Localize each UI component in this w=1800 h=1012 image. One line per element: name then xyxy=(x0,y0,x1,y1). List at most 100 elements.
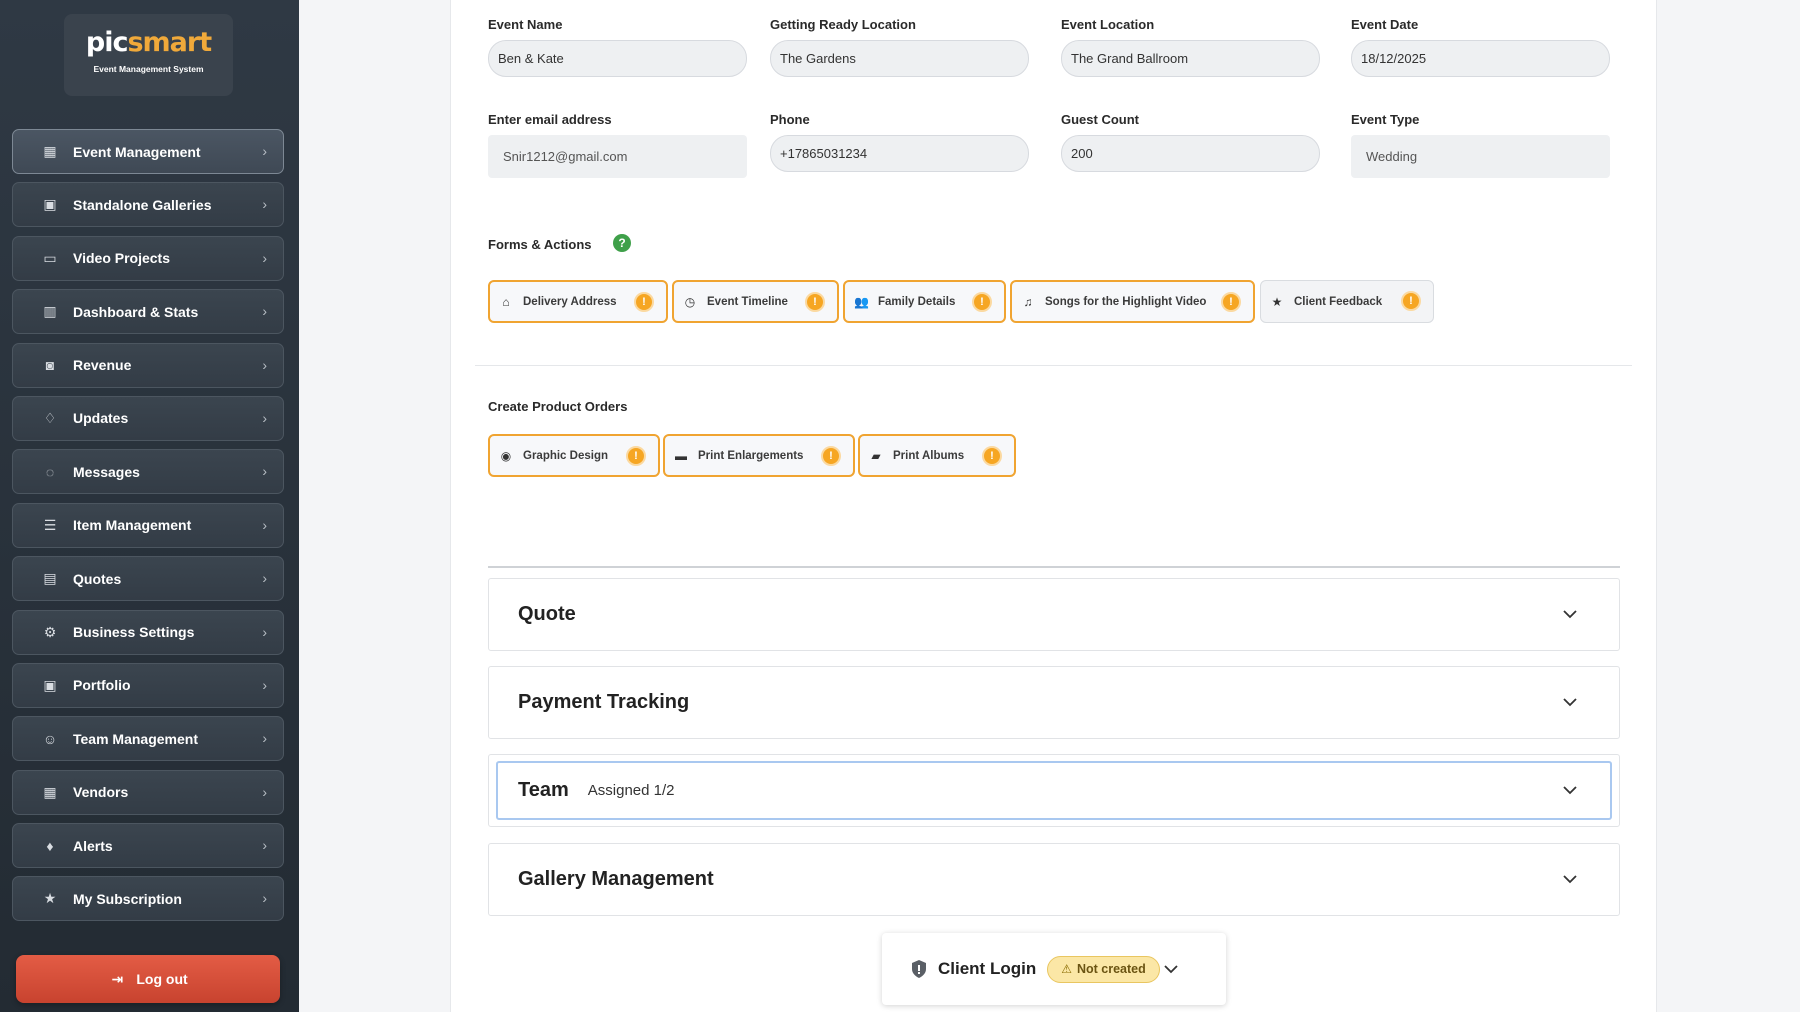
chevron-right-icon: › xyxy=(262,249,267,266)
guest-count-input[interactable]: 200 xyxy=(1061,135,1320,172)
chip-label: Event Timeline xyxy=(707,295,788,308)
sidebar-item-label: Messages xyxy=(73,463,140,480)
event-date-input[interactable]: 18/12/2025 xyxy=(1351,40,1610,77)
forms-actions-title: Forms & Actions xyxy=(488,237,592,252)
chip-label: Family Details xyxy=(878,295,956,308)
chevron-right-icon: › xyxy=(262,623,267,640)
payment-tracking-panel[interactable]: Payment Tracking xyxy=(488,666,1620,739)
product-orders-title: Create Product Orders xyxy=(488,399,628,414)
quote-panel[interactable]: Quote xyxy=(488,578,1620,651)
event-location-input[interactable]: The Grand Ballroom xyxy=(1061,40,1320,77)
portfolio-icon: ▣ xyxy=(43,676,57,693)
event-name-input[interactable]: Ben & Kate xyxy=(488,40,747,77)
songs-highlight-video-button[interactable]: ♫ Songs for the Highlight Video ! xyxy=(1010,280,1255,323)
chevron-right-icon: › xyxy=(262,463,267,480)
sidebar-item-label: Standalone Galleries xyxy=(73,196,212,213)
star-icon: ★ xyxy=(1271,294,1283,309)
client-login-bar[interactable]: Client Login ⚠ Not created xyxy=(882,933,1226,1005)
chip-label: Songs for the Highlight Video xyxy=(1045,295,1207,308)
delivery-address-button[interactable]: ⌂ Delivery Address ! xyxy=(488,280,668,323)
event-timeline-button[interactable]: ◷ Event Timeline ! xyxy=(672,280,839,323)
team-assigned-count: Assigned 1/2 xyxy=(587,782,675,799)
sidebar-item-business-settings[interactable]: ⚙ Business Settings › xyxy=(12,609,284,655)
bell-outline-icon: ♢ xyxy=(43,409,57,426)
client-login-title: Client Login xyxy=(938,959,1037,978)
sidebar-item-team-management[interactable]: ☺ Team Management › xyxy=(12,716,284,762)
chevron-right-icon: › xyxy=(262,730,267,747)
album-icon: ▰ xyxy=(871,448,881,463)
chevron-right-icon: › xyxy=(262,890,267,907)
warning-icon: ! xyxy=(626,446,646,466)
sidebar-item-label: Team Management xyxy=(73,730,198,747)
graphic-design-button[interactable]: ◉ Graphic Design ! xyxy=(488,434,660,477)
chevron-right-icon: › xyxy=(262,783,267,800)
printer-icon: ▬ xyxy=(675,448,687,463)
client-feedback-button[interactable]: ★ Client Feedback ! xyxy=(1260,280,1434,323)
phone-input[interactable]: +17865031234 xyxy=(770,135,1029,172)
clock-icon: ◷ xyxy=(684,294,696,309)
chevron-down-icon xyxy=(1563,786,1577,795)
sidebar-item-revenue[interactable]: ◙ Revenue › xyxy=(12,342,284,388)
chip-label: Print Albums xyxy=(893,449,965,462)
home-icon: ⌂ xyxy=(502,294,510,309)
gear-icon: ⚙ xyxy=(43,623,57,640)
sidebar-item-label: Quotes xyxy=(73,570,122,587)
chevron-right-icon: › xyxy=(262,409,267,426)
sidebar: picsmart Event Management System ▦ Event… xyxy=(0,0,299,1012)
bar-chart-icon: ▥ xyxy=(43,303,57,320)
star-icon: ★ xyxy=(43,890,57,907)
sidebar-item-video-projects[interactable]: ▭ Video Projects › xyxy=(12,235,284,281)
sidebar-item-label: My Subscription xyxy=(73,890,182,907)
print-albums-button[interactable]: ▰ Print Albums ! xyxy=(858,434,1016,477)
palette-icon: ◉ xyxy=(500,448,512,463)
sidebar-item-alerts[interactable]: ♦ Alerts › xyxy=(12,823,284,869)
chevron-down-icon[interactable] xyxy=(1162,960,1180,978)
phone-label: Phone xyxy=(770,112,810,127)
sidebar-item-label: Item Management xyxy=(73,517,192,534)
event-date-label: Event Date xyxy=(1351,17,1419,32)
guest-count-label: Guest Count xyxy=(1061,112,1139,127)
bell-icon: ♦ xyxy=(46,837,54,854)
chevron-right-icon: › xyxy=(262,516,267,533)
section-divider xyxy=(488,566,1620,568)
brand-wordmark: picsmart xyxy=(85,27,212,58)
chip-label: Graphic Design xyxy=(523,449,608,462)
help-icon[interactable]: ? xyxy=(613,234,631,252)
family-details-button[interactable]: 👥 Family Details ! xyxy=(843,280,1006,323)
warning-icon: ! xyxy=(982,446,1002,466)
sidebar-item-portfolio[interactable]: ▣ Portfolio › xyxy=(12,662,284,708)
sidebar-item-my-subscription[interactable]: ★ My Subscription › xyxy=(12,876,284,922)
panel-title: Gallery Management xyxy=(518,868,714,890)
email-field[interactable]: Snir1212@gmail.com xyxy=(488,135,747,178)
gallery-management-panel[interactable]: Gallery Management xyxy=(488,843,1620,916)
warning-icon: ! xyxy=(1221,292,1241,312)
sidebar-item-label: Business Settings xyxy=(73,624,195,641)
gallery-icon: ▣ xyxy=(43,196,57,213)
logout-button[interactable]: ⇥ Log out xyxy=(16,955,280,1003)
team-panel[interactable]: Team Assigned 1/2 xyxy=(488,754,1620,827)
sidebar-item-item-management[interactable]: ☰ Item Management › xyxy=(12,502,284,548)
sidebar-item-updates[interactable]: ♢ Updates › xyxy=(12,395,284,441)
event-name-label: Event Name xyxy=(488,17,563,32)
sidebar-item-dashboard-stats[interactable]: ▥ Dashboard & Stats › xyxy=(12,289,284,335)
print-enlargements-button[interactable]: ▬ Print Enlargements ! xyxy=(663,434,855,477)
brand-logo[interactable]: picsmart Event Management System xyxy=(64,14,233,96)
panel-title: Quote xyxy=(518,603,576,625)
team-icon: ☺ xyxy=(42,730,58,747)
chip-label: Client Feedback xyxy=(1294,295,1383,308)
chat-bubble-icon: ◌ xyxy=(45,463,55,480)
calendar-icon: ▦ xyxy=(43,143,57,159)
sidebar-item-event-management[interactable]: ▦ Event Management › xyxy=(12,129,284,174)
getting-ready-location-label: Getting Ready Location xyxy=(770,17,916,32)
sidebar-item-quotes[interactable]: ▤ Quotes › xyxy=(12,556,284,602)
event-type-select[interactable]: Wedding xyxy=(1351,135,1610,178)
email-label: Enter email address xyxy=(488,112,612,127)
sidebar-item-vendors[interactable]: ▦ Vendors › xyxy=(12,769,284,815)
building-icon: ▦ xyxy=(43,783,57,800)
sidebar-item-messages[interactable]: ◌ Messages › xyxy=(12,449,284,495)
getting-ready-location-input[interactable]: The Gardens xyxy=(770,40,1029,77)
event-location-label: Event Location xyxy=(1061,17,1155,32)
sidebar-item-standalone-galleries[interactable]: ▣ Standalone Galleries › xyxy=(12,182,284,228)
chevron-right-icon: › xyxy=(262,570,267,587)
chip-label: Print Enlargements xyxy=(698,449,804,462)
